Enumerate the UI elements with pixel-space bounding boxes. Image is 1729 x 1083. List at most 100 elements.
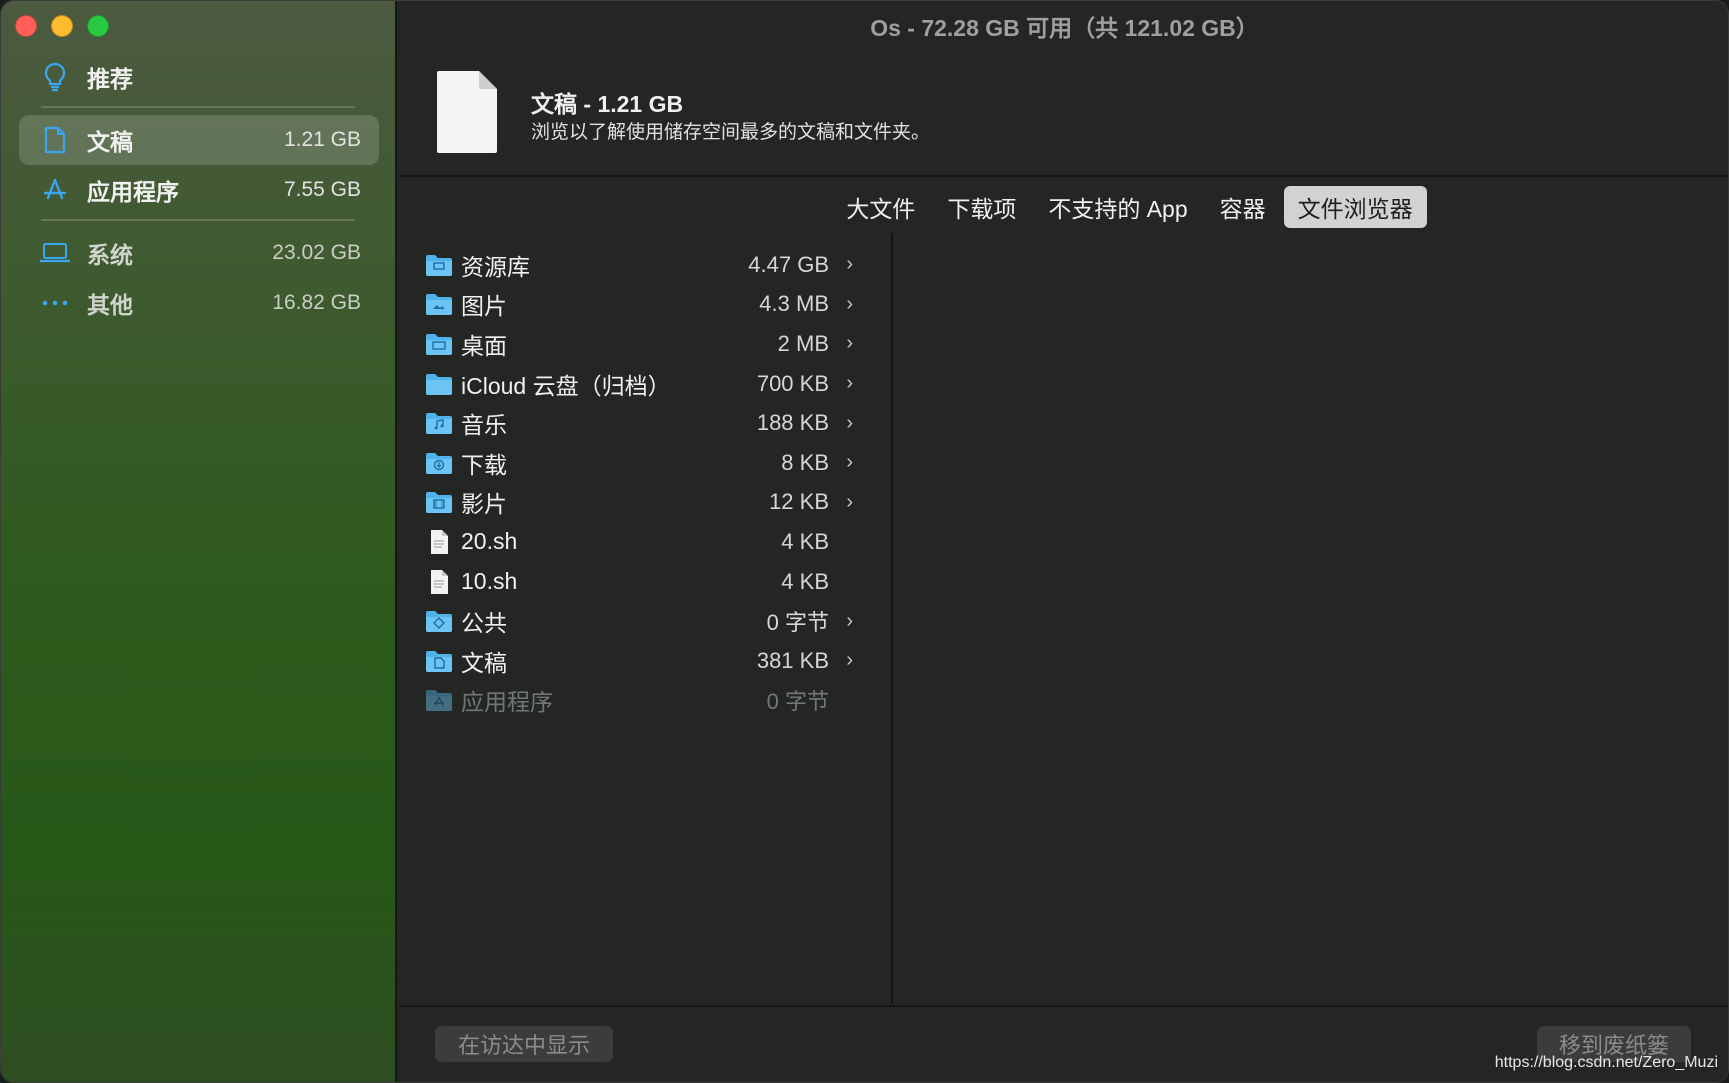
file-row[interactable]: 资源库 4.47 GB › (425, 245, 1265, 285)
sidebar-item-applications[interactable]: 应用程序 7.55 GB (19, 165, 379, 215)
chevron-right-icon[interactable]: › (846, 610, 853, 633)
movies-folder-icon (425, 489, 453, 515)
file-name: 音乐 (461, 412, 507, 439)
file-size: 700 KB (756, 370, 829, 396)
file-name: 10.sh (461, 568, 518, 595)
sidebar-item-label: 应用程序 (87, 179, 179, 205)
chevron-right-icon[interactable]: › (846, 293, 853, 316)
file-icon (425, 529, 453, 555)
section-title: 文稿 - 1.21 GB (531, 91, 684, 117)
file-row[interactable]: 20.sh 4 KB (425, 522, 1265, 562)
tab-unsupported-apps[interactable]: 不支持的 App (1034, 186, 1201, 228)
file-size: 4 KB (781, 568, 829, 594)
file-row[interactable]: 公共 0 字节 › (425, 601, 1265, 641)
file-icon (425, 569, 453, 595)
sidebar-item-label: 推荐 (87, 66, 133, 92)
sidebar-divider (41, 219, 355, 221)
public-folder-icon (425, 608, 453, 634)
file-row[interactable]: 图片 4.3 MB › (425, 285, 1265, 325)
chevron-right-icon[interactable]: › (846, 649, 853, 672)
file-row[interactable]: 影片 12 KB › (425, 483, 1265, 523)
folder-icon (425, 371, 453, 397)
sidebar-item-label: 文稿 (87, 129, 133, 155)
file-name: 资源库 (461, 253, 530, 280)
music-folder-icon (425, 410, 453, 436)
tab-bar: 大文件 下载项 不支持的 App 容器 文件浏览器 (399, 186, 1728, 228)
desktop-folder-icon (425, 331, 453, 357)
laptop-icon (39, 237, 71, 269)
header-divider (399, 175, 1728, 177)
file-name: 20.sh (461, 528, 518, 555)
file-size: 4.47 GB (748, 251, 829, 277)
sidebar-item-label: 系统 (87, 242, 133, 268)
minimize-window-button[interactable] (51, 15, 73, 37)
documents-folder-icon (425, 648, 453, 674)
sidebar-item-label: 其他 (87, 292, 133, 318)
file-row[interactable]: 文稿 381 KB › (425, 641, 1265, 681)
sidebar-item-size: 7.55 GB (283, 178, 361, 201)
ellipsis-icon (39, 287, 71, 319)
applications-folder-icon (425, 687, 453, 713)
sidebar: 推荐 文稿 1.21 GB 应用程序 7.55 GB 系统 23.02 GB 其… (1, 1, 397, 1082)
file-row[interactable]: 下载 8 KB › (425, 443, 1265, 483)
file-size: 188 KB (756, 410, 829, 436)
document-icon (39, 124, 71, 156)
file-row[interactable]: 10.sh 4 KB (425, 562, 1265, 602)
file-size: 4 KB (781, 528, 829, 554)
main-panel: Os - 72.28 GB 可用（共 121.02 GB） 文稿 - 1.21 … (399, 1, 1728, 1082)
sidebar-item-system[interactable]: 系统 23.02 GB (19, 228, 379, 278)
chevron-right-icon[interactable]: › (846, 451, 853, 474)
file-name: 下载 (461, 451, 507, 478)
chevron-right-icon[interactable]: › (846, 332, 853, 355)
window-title: Os - 72.28 GB 可用（共 121.02 GB） (870, 15, 1259, 41)
file-row: 应用程序 0 字节 (425, 681, 1265, 721)
watermark: https://blog.csdn.net/Zero_Muzi (1494, 1054, 1718, 1071)
app-store-icon (39, 174, 71, 206)
lightbulb-icon (39, 61, 71, 93)
show-in-finder-button[interactable]: 在访达中显示 (435, 1026, 613, 1062)
file-name: 影片 (461, 491, 507, 518)
window-controls (15, 15, 109, 37)
close-window-button[interactable] (15, 15, 37, 37)
file-size: 4.3 MB (759, 291, 829, 317)
tab-large-files[interactable]: 大文件 (832, 186, 929, 228)
sidebar-item-size: 16.82 GB (272, 291, 361, 314)
file-row[interactable]: 音乐 188 KB › (425, 403, 1265, 443)
chevron-right-icon[interactable]: › (846, 491, 853, 514)
file-name: iCloud 云盘（归档） (461, 372, 671, 399)
sidebar-item-size: 1.21 GB (283, 128, 361, 151)
file-size: 2 MB (777, 330, 829, 356)
chevron-right-icon[interactable]: › (846, 253, 853, 276)
sidebar-item-recommendations[interactable]: 推荐 (19, 52, 379, 102)
file-list: 资源库 4.47 GB › 图片 4.3 MB › 桌面 2 MB › iCloud 云盘（归档）… (425, 245, 1265, 720)
sidebar-item-other[interactable]: 其他 16.82 GB (19, 278, 379, 328)
chevron-right-icon[interactable]: › (846, 412, 853, 435)
tab-downloads[interactable]: 下载项 (933, 186, 1030, 228)
file-name: 应用程序 (461, 689, 553, 716)
pictures-folder-icon (425, 291, 453, 317)
document-large-icon (435, 69, 501, 155)
library-folder-icon (425, 252, 453, 278)
file-name: 图片 (461, 293, 507, 320)
file-size: 12 KB (769, 489, 829, 515)
tab-containers[interactable]: 容器 (1206, 186, 1280, 228)
sidebar-item-size: 23.02 GB (272, 241, 361, 264)
file-size: 0 字节 (766, 610, 829, 636)
file-size: 0 字节 (766, 689, 829, 715)
section-description: 浏览以了解使用储存空间最多的文稿和文件夹。 (531, 122, 931, 143)
column-divider[interactable] (891, 233, 893, 1003)
chevron-right-icon[interactable]: › (846, 372, 853, 395)
file-row[interactable]: 桌面 2 MB › (425, 324, 1265, 364)
sidebar-item-documents[interactable]: 文稿 1.21 GB (19, 115, 379, 165)
zoom-window-button[interactable] (87, 15, 109, 37)
file-row[interactable]: iCloud 云盘（归档） 700 KB › (425, 364, 1265, 404)
sidebar-divider (41, 106, 355, 108)
file-name: 桌面 (461, 332, 507, 359)
file-size: 8 KB (781, 449, 829, 475)
tab-file-browser[interactable]: 文件浏览器 (1283, 186, 1427, 228)
file-size: 381 KB (756, 647, 829, 673)
file-name: 公共 (461, 610, 507, 637)
storage-window: 推荐 文稿 1.21 GB 应用程序 7.55 GB 系统 23.02 GB 其… (0, 0, 1729, 1083)
downloads-folder-icon (425, 450, 453, 476)
file-name: 文稿 (461, 649, 507, 676)
